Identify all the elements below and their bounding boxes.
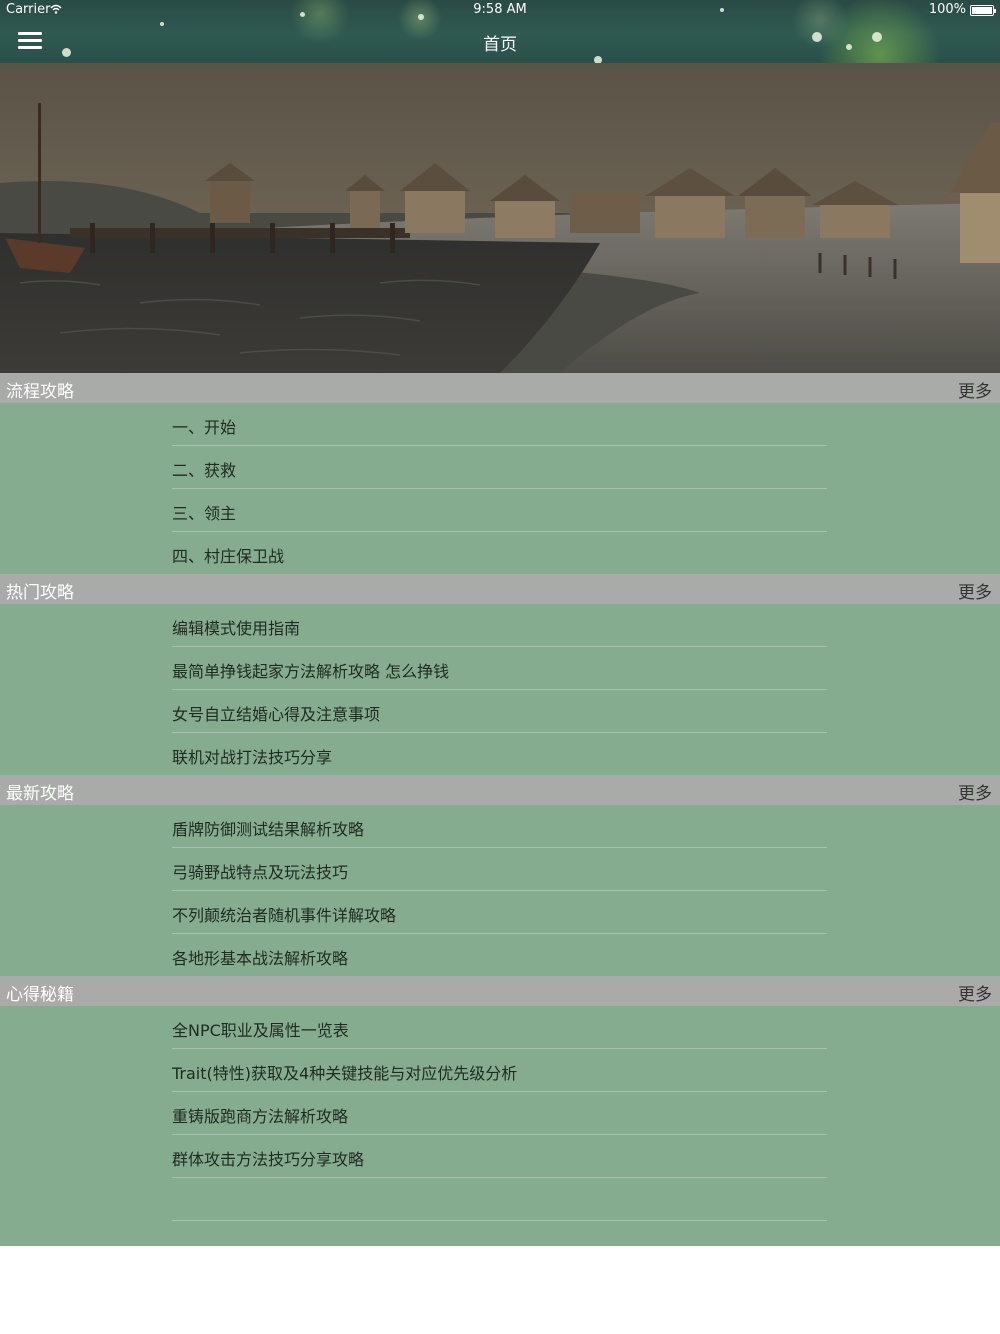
section-title: 流程攻略	[6, 382, 74, 402]
list-item[interactable]: 三、领主	[172, 489, 827, 532]
section-header-hot: 热门攻略 更多	[0, 574, 1000, 604]
section-list-tips: 全NPC职业及属性一览表 Trait(特性)获取及4种关键技能与对应优先级分析 …	[0, 1006, 1000, 1246]
more-button[interactable]: 更多	[958, 377, 992, 402]
list-item[interactable]: Trait(特性)获取及4种关键技能与对应优先级分析	[172, 1049, 827, 1092]
battery-percent: 100%	[928, 2, 966, 17]
list-item-label: 一、开始	[172, 418, 237, 437]
page-title: 首页	[483, 35, 517, 55]
section-list-flow: 一、开始 二、获救 三、领主 四、村庄保卫战	[0, 403, 1000, 574]
list-item[interactable]: 女号自立结婚心得及注意事项	[172, 690, 827, 733]
banner-carousel[interactable]	[0, 63, 1000, 373]
list-item[interactable]: 四、村庄保卫战	[172, 532, 827, 575]
list-item[interactable]: 不列颠统治者随机事件详解攻略	[172, 891, 827, 934]
section-header-latest: 最新攻略 更多	[0, 775, 1000, 805]
section-title: 心得秘籍	[6, 985, 74, 1005]
list-item-label: 二、获救	[172, 461, 237, 480]
list-item[interactable]: 编辑模式使用指南	[172, 604, 827, 647]
list-item-label: 各地形基本战法解析攻略	[172, 949, 349, 968]
section-title: 最新攻略	[6, 784, 74, 804]
section-header-flow: 流程攻略 更多	[0, 373, 1000, 403]
list-item[interactable]: 一、开始	[172, 403, 827, 446]
section-header-tips: 心得秘籍 更多	[0, 976, 1000, 1006]
status-time: 9:58 AM	[473, 2, 527, 17]
list-item-label: 弓骑野战特点及玩法技巧	[172, 863, 349, 882]
list-item-label: 联机对战打法技巧分享	[172, 748, 333, 767]
list-item[interactable]: 群体攻击方法技巧分享攻略	[172, 1135, 827, 1178]
list-item[interactable]: 弓骑野战特点及玩法技巧	[172, 848, 827, 891]
more-button[interactable]: 更多	[958, 578, 992, 603]
battery-icon	[970, 5, 996, 16]
list-item-empty[interactable]	[172, 1178, 827, 1221]
list-item[interactable]: 盾牌防御测试结果解析攻略	[172, 805, 827, 848]
more-button[interactable]: 更多	[958, 980, 992, 1005]
list-item-label: 四、村庄保卫战	[172, 547, 285, 566]
list-item[interactable]: 联机对战打法技巧分享	[172, 733, 827, 776]
more-button[interactable]: 更多	[958, 779, 992, 804]
decorative-sparkle	[160, 22, 164, 26]
list-item-label: 不列颠统治者随机事件详解攻略	[172, 906, 397, 925]
list-item[interactable]: 各地形基本战法解析攻略	[172, 934, 827, 977]
list-item-label: 全NPC职业及属性一览表	[172, 1021, 349, 1040]
list-item-label: 盾牌防御测试结果解析攻略	[172, 820, 365, 839]
list-item-label: 女号自立结婚心得及注意事项	[172, 705, 381, 724]
list-item[interactable]: 重铸版跑商方法解析攻略	[172, 1092, 827, 1135]
section-title: 热门攻略	[6, 583, 74, 603]
navigation-bar: Carrier 9:58 AM 100% 首页	[0, 0, 1000, 63]
section-list-latest: 盾牌防御测试结果解析攻略 弓骑野战特点及玩法技巧 不列颠统治者随机事件详解攻略 …	[0, 805, 1000, 976]
section-list-hot: 编辑模式使用指南 最简单挣钱起家方法解析攻略 怎么挣钱 女号自立结婚心得及注意事…	[0, 604, 1000, 775]
banner-image	[0, 63, 1000, 373]
list-item-label: Trait(特性)获取及4种关键技能与对应优先级分析	[172, 1064, 518, 1083]
decorative-sparkle	[594, 56, 602, 63]
list-item-label: 最简单挣钱起家方法解析攻略 怎么挣钱	[172, 662, 450, 681]
list-item[interactable]: 全NPC职业及属性一览表	[172, 1006, 827, 1049]
list-item-label: 三、领主	[172, 504, 237, 523]
list-item-label: 重铸版跑商方法解析攻略	[172, 1107, 349, 1126]
list-item[interactable]: 最简单挣钱起家方法解析攻略 怎么挣钱	[172, 647, 827, 690]
list-item[interactable]: 二、获救	[172, 446, 827, 489]
list-item-label: 编辑模式使用指南	[172, 619, 301, 638]
list-item-label: 群体攻击方法技巧分享攻略	[172, 1150, 365, 1169]
